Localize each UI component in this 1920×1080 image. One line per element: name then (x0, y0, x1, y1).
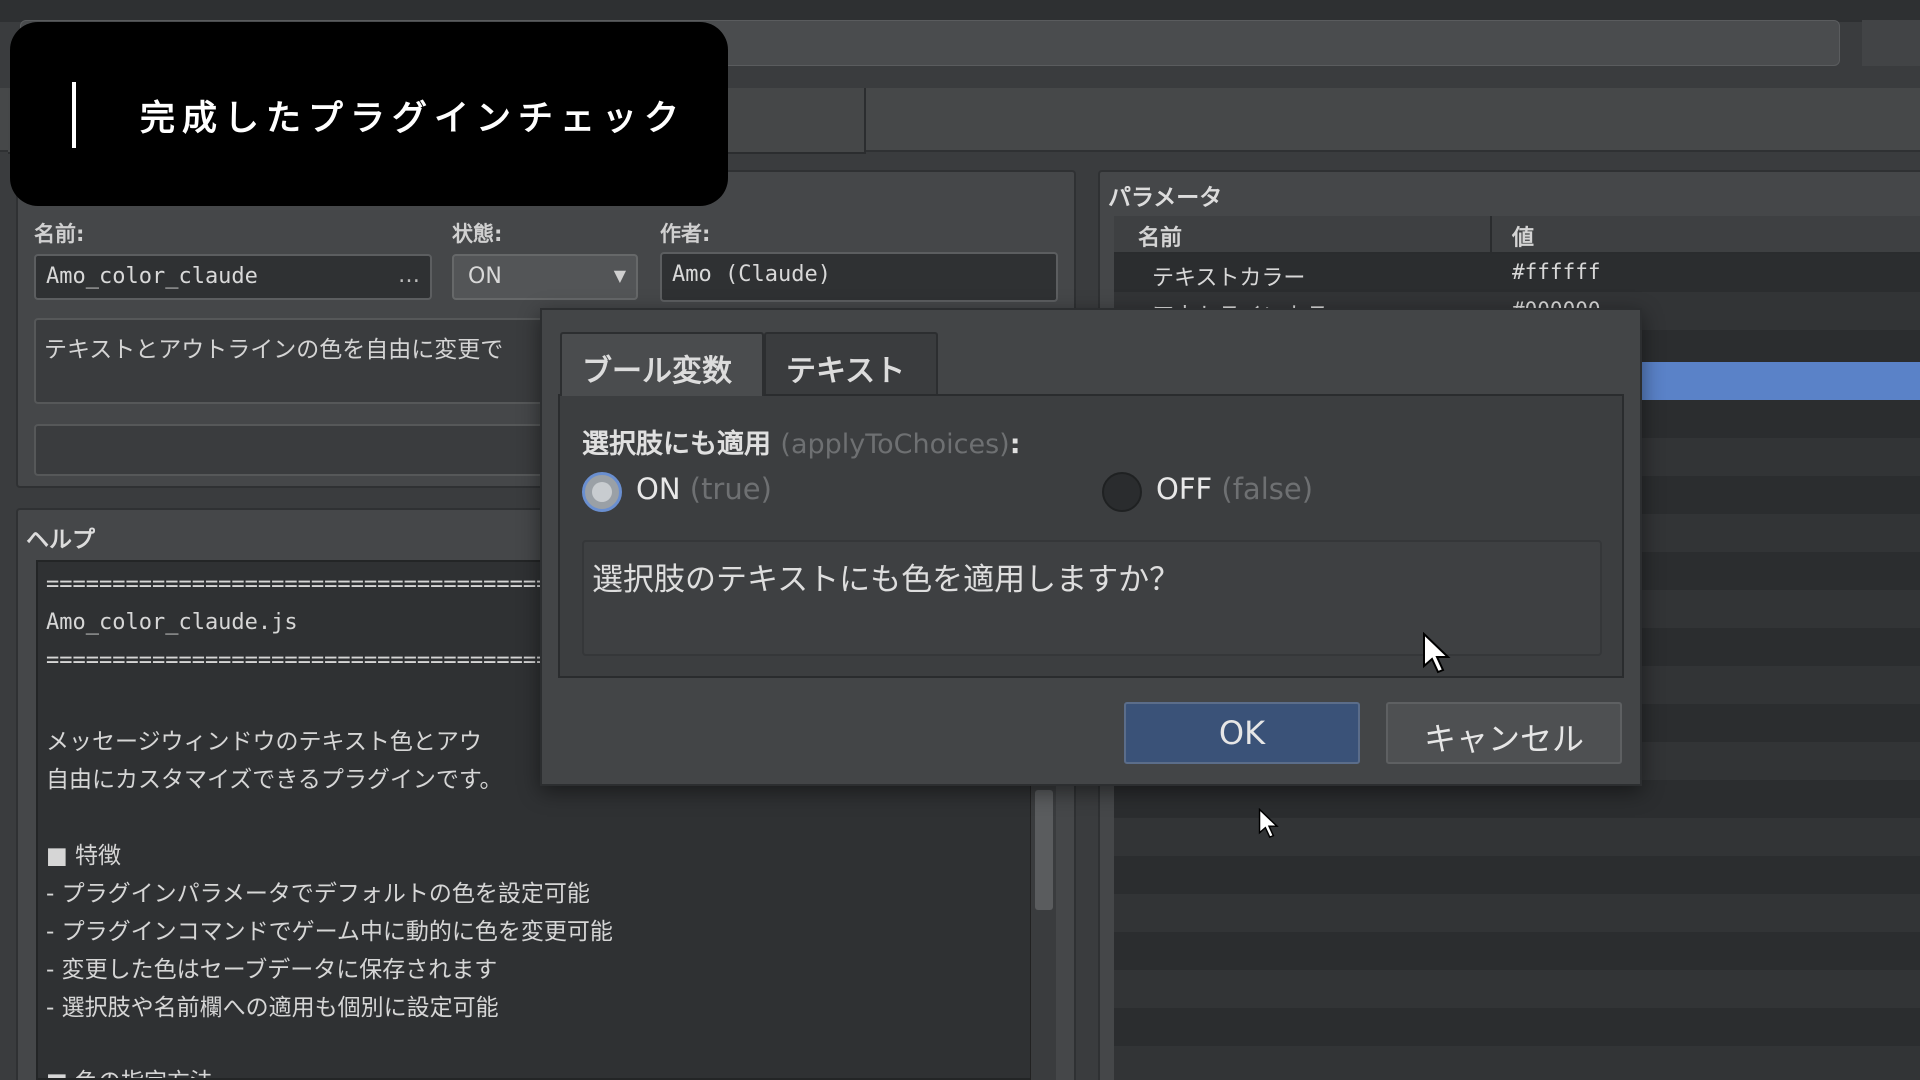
help-line: 自由にカスタマイズできるプラグインです。 (46, 767, 503, 793)
name-field[interactable]: Amo_color_claude … (34, 254, 432, 300)
mouse-pointer-icon (1423, 632, 1451, 674)
top-strip (0, 0, 1920, 22)
help-line: - プラグインパラメータでデフォルトの色を設定可能 (46, 881, 590, 907)
author-value: Amo (Claude) (672, 262, 831, 287)
help-title: ヘルプ (26, 527, 95, 553)
grid-header: 名前 値 (1114, 216, 1920, 254)
radio-on-hint: (true) (689, 472, 772, 506)
table-row[interactable] (1114, 818, 1920, 856)
help-line: Amo_color_claude.js (46, 610, 298, 635)
params-title: パラメータ (1108, 185, 1223, 211)
help-line: メッセージウィンドウのテキスト色とアウ (46, 729, 482, 755)
top-right-block (1862, 20, 1920, 66)
caption-text: 完成したプラグインチェック (140, 99, 687, 139)
option-key: (applyToChoices) (780, 429, 1010, 460)
help-line: ========================================… (46, 572, 603, 597)
description-field[interactable]: テキストとアウトラインの色を自由に変更で (34, 318, 594, 404)
name-value: Amo_color_claude (46, 264, 258, 289)
state-label: 状態: (452, 222, 503, 246)
column-divider[interactable] (1490, 216, 1492, 254)
table-row[interactable] (1114, 970, 1920, 1008)
radio-off-hint: (false) (1221, 472, 1314, 506)
help-line: - プラグインコマンドでゲーム中に動的に色を変更可能 (46, 919, 613, 945)
author-label: 作者: (660, 222, 711, 246)
description-text: テキストとアウトラインの色を自由に変更で (44, 337, 504, 363)
boolean-edit-dialog: ブール変数 テキスト 選択肢にも適用 (applyToChoices): ON … (540, 308, 1642, 786)
chevron-down-icon: ▼ (613, 266, 626, 285)
table-row[interactable]: テキストカラー #ffffff (1114, 254, 1920, 292)
radio-on-label: ON (true) (636, 472, 772, 506)
caption-bar (72, 82, 76, 148)
radio-off-text: OFF (1156, 472, 1213, 506)
tab-body: 選択肢にも適用 (applyToChoices): ON (true) OFF … (558, 394, 1624, 678)
help-scrollbar[interactable] (1030, 780, 1056, 1080)
tab-text[interactable]: テキスト (764, 332, 938, 396)
help-line: ========================================… (46, 648, 603, 673)
scrollbar-thumb[interactable] (1035, 790, 1053, 910)
option-name: 選択肢にも適用 (582, 429, 771, 460)
name-browse-icon[interactable]: … (398, 263, 420, 288)
table-row[interactable] (1114, 894, 1920, 932)
state-select[interactable]: ON ▼ (452, 254, 638, 300)
option-description-text: 選択肢のテキストにも色を適用しますか？ (592, 562, 1181, 598)
param-value: #ffffff (1512, 260, 1601, 284)
help-line: ■ 色の指定方法 (46, 1062, 213, 1078)
table-row[interactable] (1114, 1046, 1920, 1080)
radio-on-text: ON (636, 472, 681, 506)
col-value-header[interactable]: 値 (1512, 220, 1534, 252)
cancel-button[interactable]: キャンセル (1386, 702, 1622, 764)
name-label: 名前: (34, 222, 85, 246)
author-field[interactable]: Amo (Claude) (660, 252, 1058, 302)
radio-off-label: OFF (false) (1156, 472, 1313, 506)
extra-field[interactable] (34, 424, 594, 476)
video-caption: 完成したプラグインチェック (10, 22, 728, 206)
state-value: ON (468, 264, 502, 289)
option-colon: : (1009, 429, 1021, 460)
radio-checked-icon (582, 472, 622, 512)
help-line: - 選択肢や名前欄への適用も個別に設定可能 (46, 995, 499, 1021)
option-label: 選択肢にも適用 (applyToChoices): (582, 422, 1021, 461)
tab-boolean[interactable]: ブール変数 (560, 332, 764, 396)
col-name-header[interactable]: 名前 (1138, 220, 1182, 252)
ok-button[interactable]: OK (1124, 702, 1360, 764)
help-line: ■ 特徴 (46, 843, 122, 869)
help-line: - 変更した色はセーブデータに保存されます (46, 957, 498, 983)
mouse-pointer-icon (1258, 808, 1279, 839)
radio-unchecked-icon (1102, 472, 1142, 512)
param-name: テキストカラー (1152, 266, 1306, 291)
